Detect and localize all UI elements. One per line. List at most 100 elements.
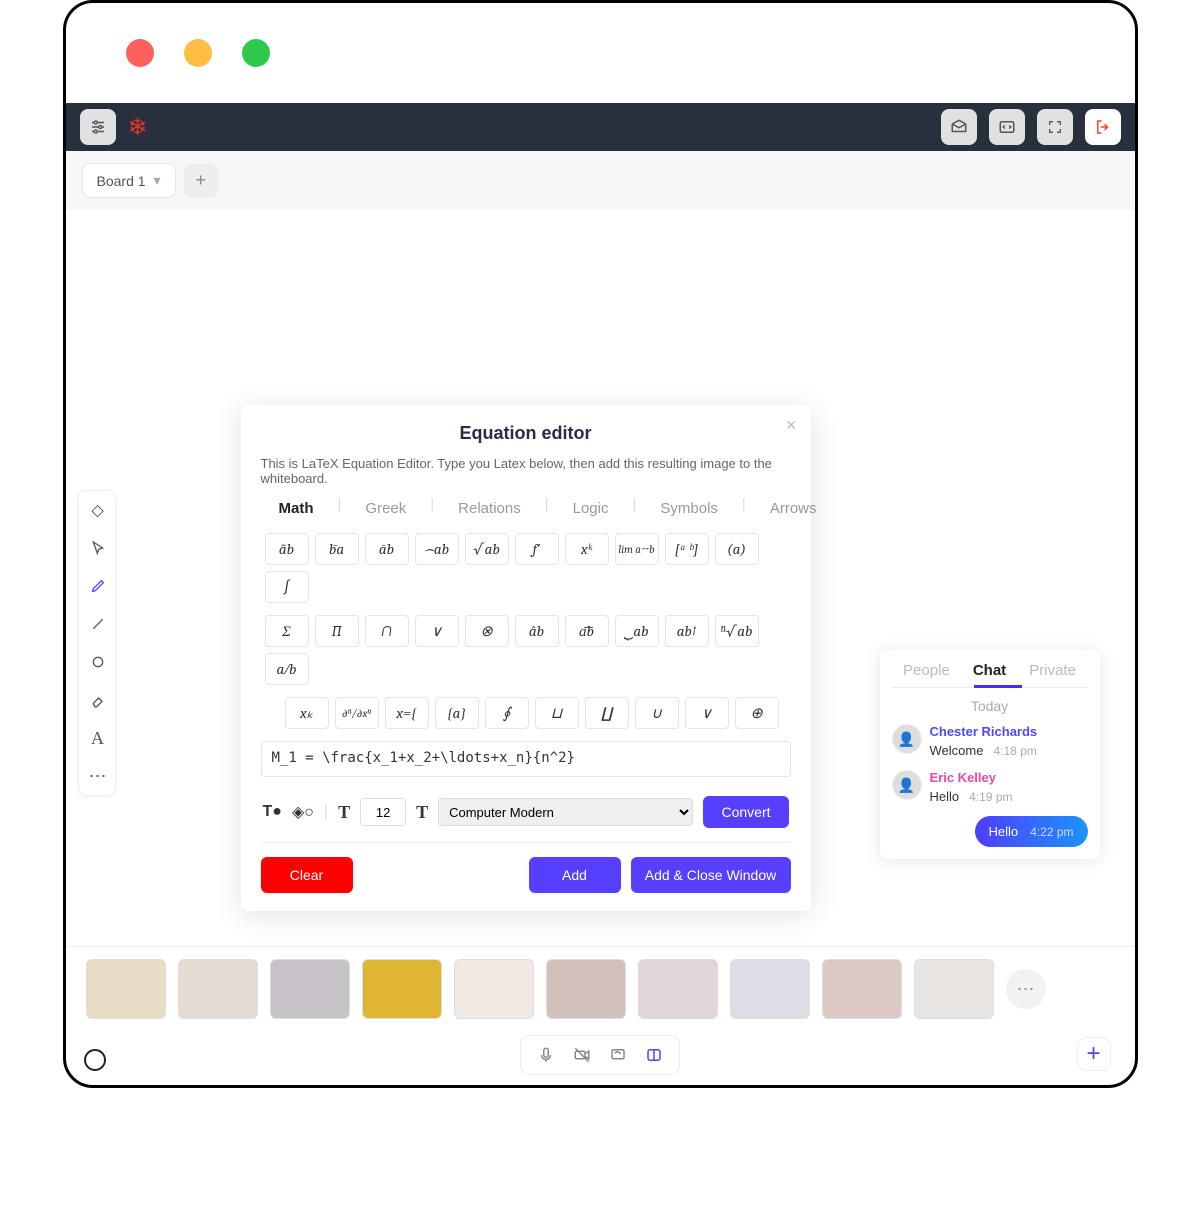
tab-private[interactable]: Private bbox=[1029, 662, 1076, 679]
tab-people[interactable]: People bbox=[903, 662, 950, 679]
font-family-select[interactable]: Computer Modern bbox=[438, 798, 693, 826]
symbol-button[interactable]: (a) bbox=[715, 533, 759, 565]
message-time: 4:18 pm bbox=[993, 744, 1036, 758]
symbol-button[interactable]: a͞b bbox=[565, 615, 609, 647]
tab-symbols[interactable]: Symbols bbox=[660, 496, 718, 521]
symbol-button[interactable]: ∏ bbox=[315, 615, 359, 647]
layout-split-icon[interactable] bbox=[643, 1044, 665, 1066]
participant-thumb[interactable] bbox=[362, 959, 442, 1019]
fill-color-icon[interactable]: ◈○ bbox=[292, 802, 314, 822]
board-tab[interactable]: Board 1 ▾ bbox=[82, 163, 176, 198]
convert-button[interactable]: Convert bbox=[703, 796, 788, 828]
symbol-button[interactable]: b̄a bbox=[315, 533, 359, 565]
symbol-button[interactable]: ⊕ bbox=[735, 697, 779, 729]
latex-input[interactable] bbox=[261, 741, 791, 777]
screen-share-icon[interactable] bbox=[607, 1044, 629, 1066]
camera-off-icon[interactable] bbox=[571, 1044, 593, 1066]
date-divider: Today bbox=[892, 698, 1088, 714]
avatar: 👤 bbox=[892, 724, 922, 754]
record-indicator[interactable] bbox=[84, 1049, 106, 1071]
exit-button[interactable] bbox=[1085, 109, 1121, 145]
circle-tool[interactable] bbox=[79, 643, 117, 681]
format-row: T● ◈○ | T T Computer Modern Convert bbox=[261, 796, 791, 828]
symbol-button[interactable]: xₖ bbox=[285, 697, 329, 729]
bold-icon[interactable]: T bbox=[416, 802, 428, 823]
participant-thumb[interactable] bbox=[86, 959, 166, 1019]
participant-thumb[interactable] bbox=[454, 959, 534, 1019]
fullscreen-button[interactable] bbox=[1037, 109, 1073, 145]
line-tool[interactable] bbox=[79, 605, 117, 643]
symbol-button[interactable]: √ab bbox=[465, 533, 509, 565]
symbol-button[interactable]: ∩ bbox=[365, 615, 409, 647]
close-modal-button[interactable]: × bbox=[786, 415, 797, 436]
message-text: Hello bbox=[930, 789, 960, 804]
add-close-button[interactable]: Add & Close Window bbox=[631, 857, 791, 893]
symbol-button[interactable]: ⊔ bbox=[535, 697, 579, 729]
tab-relations[interactable]: Relations bbox=[458, 496, 521, 521]
close-window-button[interactable] bbox=[126, 39, 154, 67]
minimize-window-button[interactable] bbox=[184, 39, 212, 67]
tab-logic[interactable]: Logic bbox=[573, 496, 609, 521]
symbol-category-tabs: Math| Greek| Relations| Logic| Symbols| … bbox=[261, 496, 791, 521]
cursor-tool[interactable] bbox=[79, 529, 117, 567]
participant-thumb[interactable] bbox=[638, 959, 718, 1019]
participant-thumb[interactable] bbox=[546, 959, 626, 1019]
symbol-button[interactable]: ∮ bbox=[485, 697, 529, 729]
mic-icon[interactable] bbox=[535, 1044, 557, 1066]
pen-tool[interactable] bbox=[79, 567, 117, 605]
symbol-button[interactable]: {a} bbox=[435, 697, 479, 729]
text-color-icon[interactable]: T● bbox=[263, 803, 282, 821]
symbol-button[interactable]: ab↑ bbox=[665, 615, 709, 647]
more-tools[interactable]: ⋯ bbox=[79, 757, 117, 795]
symbol-button[interactable]: ∨ bbox=[685, 697, 729, 729]
symbol-row-3: xₖ ∂ⁿ/∂xⁿ x={ {a} ∮ ⊔ ∐ ∪ ∨ ⊕ bbox=[261, 697, 791, 729]
symbol-button[interactable]: ∂ⁿ/∂xⁿ bbox=[335, 697, 379, 729]
symbol-button[interactable]: ãb bbox=[265, 533, 309, 565]
symbol-button[interactable]: ∫ bbox=[265, 571, 309, 603]
board-tabs-row: Board 1 ▾ + bbox=[66, 151, 1135, 210]
symbol-button[interactable]: ⁿ√ab bbox=[715, 615, 759, 647]
modal-title: Equation editor bbox=[261, 423, 791, 444]
symbol-button[interactable]: ⊗ bbox=[465, 615, 509, 647]
participants-strip: ⋯ bbox=[66, 946, 1135, 1031]
clear-button[interactable]: Clear bbox=[261, 857, 353, 893]
tab-greek[interactable]: Greek bbox=[365, 496, 406, 521]
more-participants-button[interactable]: ⋯ bbox=[1006, 969, 1046, 1009]
symbol-button[interactable]: âb bbox=[515, 615, 559, 647]
add-fab-button[interactable]: + bbox=[1077, 1037, 1111, 1071]
text-tool[interactable]: A bbox=[79, 719, 117, 757]
eraser-tool[interactable] bbox=[79, 681, 117, 719]
app-toolbar: ❄ bbox=[66, 103, 1135, 151]
symbol-button[interactable]: ∪ bbox=[635, 697, 679, 729]
symbol-button[interactable]: [ᵃ ᵇ] bbox=[665, 533, 709, 565]
symbol-button[interactable]: ⌢ab bbox=[415, 533, 459, 565]
symbol-button[interactable]: lim a→b bbox=[615, 533, 659, 565]
symbol-button[interactable]: xᵏ bbox=[565, 533, 609, 565]
maximize-window-button[interactable] bbox=[242, 39, 270, 67]
tab-chat[interactable]: Chat bbox=[973, 662, 1006, 679]
add-board-button[interactable]: + bbox=[184, 164, 218, 198]
embed-code-button[interactable] bbox=[989, 109, 1025, 145]
settings-sliders-button[interactable] bbox=[80, 109, 116, 145]
participant-thumb[interactable] bbox=[730, 959, 810, 1019]
symbol-button[interactable]: Σ bbox=[265, 615, 309, 647]
add-button[interactable]: Add bbox=[529, 857, 621, 893]
symbol-button[interactable]: ⏟ab bbox=[615, 615, 659, 647]
participant-thumb[interactable] bbox=[270, 959, 350, 1019]
participant-thumb[interactable] bbox=[914, 959, 994, 1019]
symbol-button[interactable]: ∐ bbox=[585, 697, 629, 729]
tab-arrows[interactable]: Arrows bbox=[770, 496, 817, 521]
symbol-button[interactable]: x={ bbox=[385, 697, 429, 729]
symbol-button[interactable]: ∨ bbox=[415, 615, 459, 647]
participant-thumb[interactable] bbox=[822, 959, 902, 1019]
symbol-button[interactable]: a⁄b bbox=[265, 653, 309, 685]
font-size-input[interactable] bbox=[360, 798, 406, 826]
pin-tool[interactable]: ⬦ bbox=[79, 491, 117, 529]
tab-math[interactable]: Math bbox=[279, 496, 314, 521]
message-text: Welcome bbox=[930, 743, 984, 758]
chat-message: 👤 Eric Kelley Hello4:19 pm bbox=[892, 770, 1088, 804]
symbol-button[interactable]: f′ bbox=[515, 533, 559, 565]
inbox-button[interactable] bbox=[941, 109, 977, 145]
symbol-button[interactable]: āb bbox=[365, 533, 409, 565]
participant-thumb[interactable] bbox=[178, 959, 258, 1019]
